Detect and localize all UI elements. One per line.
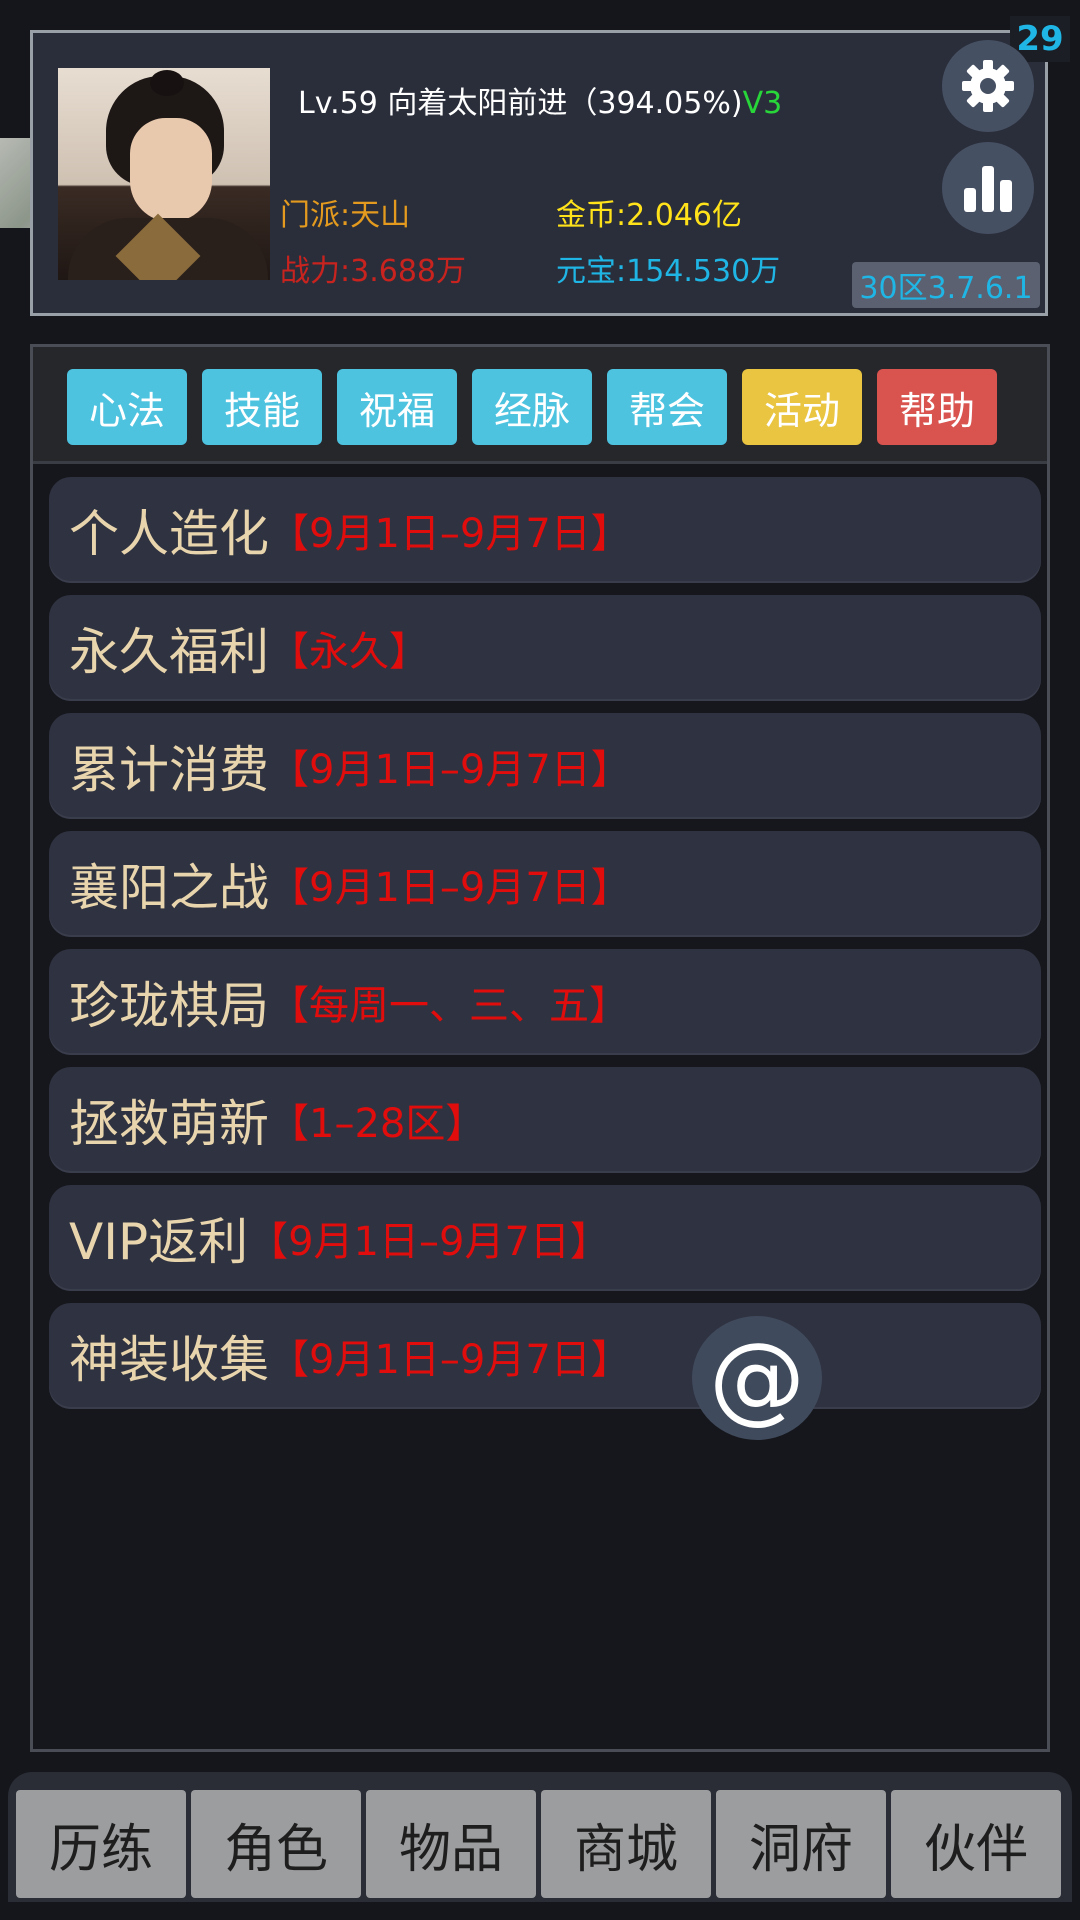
player-portrait[interactable]	[58, 68, 270, 280]
bar-chart-icon	[964, 166, 1012, 212]
tab-help[interactable]: 帮助	[877, 369, 997, 445]
bottom-navigation: 历练 角色 物品 商城 洞府 伙伴	[8, 1772, 1072, 1902]
tab-events[interactable]: 活动	[742, 369, 862, 445]
tab-skills[interactable]: 技能	[202, 369, 322, 445]
player-level-text: Lv.59 向着太阳前进（394.05%)	[298, 86, 743, 121]
nav-items[interactable]: 物品	[366, 1790, 536, 1898]
tab-guild[interactable]: 帮会	[607, 369, 727, 445]
at-icon: @	[709, 1322, 805, 1434]
tab-blessing[interactable]: 祝福	[337, 369, 457, 445]
activity-row[interactable]: 累计消费 【9月1日–9月7日】	[49, 713, 1041, 819]
nav-training[interactable]: 历练	[16, 1790, 186, 1898]
server-version-badge: 30区3.7.6.1	[852, 262, 1040, 308]
vip-level: V3	[742, 86, 783, 121]
activity-row[interactable]: 珍珑棋局 【每周一、三、五】	[49, 949, 1041, 1055]
nav-companion[interactable]: 伙伴	[891, 1790, 1061, 1898]
tab-xinfa[interactable]: 心法	[67, 369, 187, 445]
activity-row[interactable]: 永久福利 【永久】	[49, 595, 1041, 701]
tab-bar: 心法 技能 祝福 经脉 帮会 活动 帮助	[33, 347, 1047, 464]
player-gold: 金币:2.046亿	[556, 198, 742, 233]
gear-icon	[962, 60, 1014, 112]
player-power: 战力:3.688万	[280, 254, 466, 289]
nav-character[interactable]: 角色	[191, 1790, 361, 1898]
activity-row[interactable]: 个人造化 【9月1日–9月7日】	[49, 477, 1041, 583]
nav-cave[interactable]: 洞府	[716, 1790, 886, 1898]
player-sect: 门派:天山	[280, 198, 411, 233]
settings-button[interactable]	[942, 40, 1034, 132]
activity-row[interactable]: 拯救萌新 【1–28区】	[49, 1067, 1041, 1173]
player-level-line: Lv.59 向着太阳前进（394.05%)V3	[298, 78, 782, 122]
activity-row[interactable]: VIP返利 【9月1日–9月7日】	[49, 1185, 1041, 1291]
tab-meridian[interactable]: 经脉	[472, 369, 592, 445]
activity-panel: 心法 技能 祝福 经脉 帮会 活动 帮助 个人造化 【9月1日–9月7日】 永久福…	[30, 344, 1050, 1752]
stats-button[interactable]	[942, 142, 1034, 234]
floating-contact-button[interactable]: @	[692, 1316, 822, 1440]
activity-row[interactable]: 襄阳之战 【9月1日–9月7日】	[49, 831, 1041, 937]
activity-row[interactable]: 神装收集 【9月1日–9月7日】	[49, 1303, 1041, 1409]
nav-shop[interactable]: 商城	[541, 1790, 711, 1898]
player-ingot: 元宝:154.530万	[556, 254, 781, 289]
